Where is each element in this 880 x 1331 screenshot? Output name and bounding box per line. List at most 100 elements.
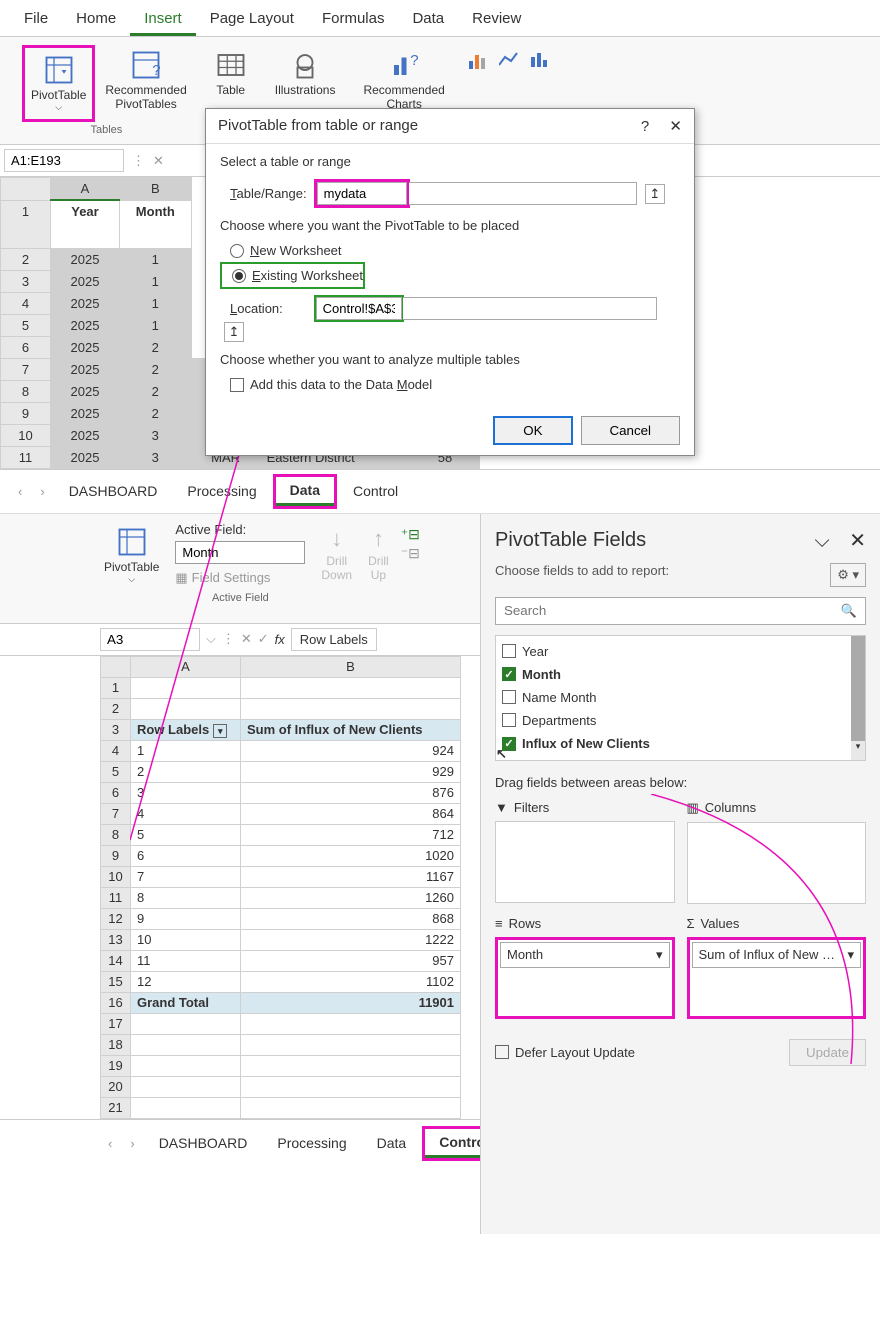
header-month[interactable]: Month — [119, 200, 191, 248]
field-departments[interactable]: Departments — [500, 709, 861, 732]
name-box-top[interactable] — [4, 149, 124, 172]
tab-home[interactable]: Home — [62, 4, 130, 36]
col-header-a[interactable]: A — [51, 178, 120, 201]
tab-data[interactable]: Data — [398, 4, 458, 36]
collapse-icon[interactable]: ⁻⊟ — [401, 545, 420, 562]
search-box[interactable]: 🔍 — [495, 597, 866, 625]
pivottable-dialog: PivotTable from table or range ? ✕ Selec… — [205, 108, 695, 456]
accept-fx-icon[interactable]: ✓ — [258, 631, 269, 647]
location-input[interactable] — [316, 297, 402, 320]
tab-file[interactable]: File — [10, 4, 62, 36]
values-header[interactable]: Sum of Influx of New Clients — [241, 719, 461, 740]
gear-icon[interactable]: ⚙ ▾ — [830, 563, 866, 587]
grand-total-label[interactable]: Grand Total — [131, 992, 241, 1013]
chart-icon-3[interactable] — [529, 51, 551, 72]
rows-area[interactable]: Month▾ — [495, 937, 675, 1019]
cancel-fx-icon[interactable]: ✕ — [149, 153, 168, 169]
svg-text:?: ? — [152, 62, 160, 79]
columns-icon: ▥ — [687, 800, 699, 816]
field-name-month[interactable]: Name Month — [500, 686, 861, 709]
ok-button[interactable]: OK — [493, 416, 572, 445]
tab-page-layout[interactable]: Page Layout — [196, 4, 308, 36]
pivottable-icon — [43, 54, 75, 86]
tab-dashboard[interactable]: DASHBOARD — [55, 478, 172, 504]
recommended-charts-button[interactable]: ? Recommended Charts — [359, 45, 448, 115]
nav-prev-icon[interactable]: ‹ — [10, 480, 30, 503]
nav-prev-icon[interactable]: ‹ — [100, 1132, 120, 1155]
defer-checkbox[interactable]: Defer Layout Update — [495, 1045, 635, 1060]
row-labels-header[interactable]: Row Labels▾ — [131, 719, 241, 740]
add-data-model-checkbox[interactable]: Add this data to the Data Model — [230, 377, 680, 392]
close-pane-icon[interactable]: ✕ — [849, 530, 866, 552]
rows-icon: ≡ — [495, 916, 503, 931]
values-area[interactable]: Sum of Influx of New …▾ — [687, 937, 867, 1019]
tab-review[interactable]: Review — [458, 4, 535, 36]
illustrations-button[interactable]: Illustrations — [271, 45, 340, 101]
grand-total-value[interactable]: 11901 — [241, 992, 461, 1013]
filter-dropdown-icon[interactable]: ▾ — [213, 724, 227, 738]
pivottable-button[interactable]: PivotTable ⌵ — [27, 50, 90, 117]
chart-icon-2[interactable] — [499, 51, 521, 72]
select-range-label: Select a table or range — [220, 154, 680, 169]
active-field-group-label: Active Field — [175, 592, 305, 604]
recommended-charts-icon: ? — [388, 49, 420, 81]
pivottable-label: PivotTable — [31, 88, 86, 102]
name-box-bottom[interactable] — [100, 628, 200, 651]
sheet-tabs-top: ‹ › DASHBOARD Processing Data Control — [0, 469, 880, 513]
nav-next-icon[interactable]: › — [32, 480, 52, 503]
tab-processing-bottom[interactable]: Processing — [263, 1130, 360, 1156]
arrow-down-icon: ↓ — [331, 526, 342, 552]
tab-data-bottom[interactable]: Data — [363, 1130, 421, 1156]
location-label: Location: — [220, 301, 310, 316]
multi-tables-label: Choose whether you want to analyze multi… — [220, 352, 680, 367]
table-range-input[interactable] — [317, 182, 407, 205]
active-field-input[interactable] — [175, 541, 305, 564]
chart-icon-1[interactable] — [469, 51, 491, 72]
collapse-range-icon[interactable]: ↥ — [645, 184, 665, 204]
pivottable-options-button[interactable]: PivotTable ⌵ — [100, 522, 163, 615]
expand-icon[interactable]: ⁺⊟ — [401, 526, 420, 543]
filter-icon: ▼ — [495, 800, 508, 815]
fx-icon[interactable]: fx — [275, 632, 285, 647]
filters-area[interactable] — [495, 821, 675, 903]
pivot-result-grid: AB 1 2 3 Row Labels▾ Sum of Influx of Ne… — [100, 656, 461, 1119]
dropdown-icon[interactable]: ⋮ — [132, 153, 145, 169]
nav-next-icon[interactable]: › — [122, 1132, 142, 1155]
header-year[interactable]: Year — [51, 200, 120, 248]
recommended-pivot-button[interactable]: ? Recommended PivotTables — [101, 45, 190, 122]
table-button[interactable]: Table — [211, 45, 251, 101]
tab-control[interactable]: Control — [339, 478, 412, 504]
formula-text[interactable]: Row Labels — [291, 628, 377, 651]
tab-insert[interactable]: Insert — [130, 4, 196, 36]
close-icon[interactable]: ✕ — [669, 118, 682, 135]
placement-label: Choose where you want the PivotTable to … — [220, 218, 680, 233]
scrollbar[interactable]: ▾ — [851, 636, 865, 760]
rows-chip-month[interactable]: Month▾ — [500, 942, 670, 968]
help-icon[interactable]: ? — [641, 118, 649, 135]
field-year[interactable]: Year — [500, 640, 861, 663]
existing-worksheet-radio[interactable]: Existing Worksheet — [232, 268, 363, 283]
recommended-pivot-icon: ? — [130, 49, 162, 81]
tab-data[interactable]: Data — [276, 477, 334, 506]
chevron-down-icon[interactable]: ⌵ — [815, 530, 830, 552]
columns-area[interactable] — [687, 822, 867, 904]
pivottable-fields-pane: PivotTable Fields ⌵ ✕ Choose fields to a… — [480, 514, 880, 1234]
recommended-charts-label: Recommended Charts — [363, 83, 444, 111]
tab-formulas[interactable]: Formulas — [308, 4, 399, 36]
tab-dashboard-bottom[interactable]: DASHBOARD — [145, 1130, 262, 1156]
cancel-button[interactable]: Cancel — [581, 416, 681, 445]
col-header-b[interactable]: B — [119, 178, 191, 201]
chevron-down-icon: ⌵ — [128, 574, 135, 585]
pivottable-icon — [116, 526, 148, 558]
cancel-fx-icon[interactable]: ✕ — [241, 631, 252, 647]
field-influx[interactable]: ✓Influx of New Clients↖▾ — [500, 732, 861, 756]
namebox-dropdown-icon[interactable]: ⌵ — [206, 631, 216, 647]
tab-processing[interactable]: Processing — [173, 478, 270, 504]
values-chip-influx[interactable]: Sum of Influx of New …▾ — [692, 942, 862, 968]
search-input[interactable] — [504, 603, 841, 619]
field-month[interactable]: ✓Month — [500, 663, 861, 686]
field-settings-button[interactable]: ▦ Field Settings — [175, 570, 305, 586]
new-worksheet-radio[interactable]: New Worksheet — [230, 243, 680, 258]
collapse-location-icon[interactable]: ↥ — [224, 322, 244, 342]
cursor-icon: ↖ — [496, 746, 507, 762]
